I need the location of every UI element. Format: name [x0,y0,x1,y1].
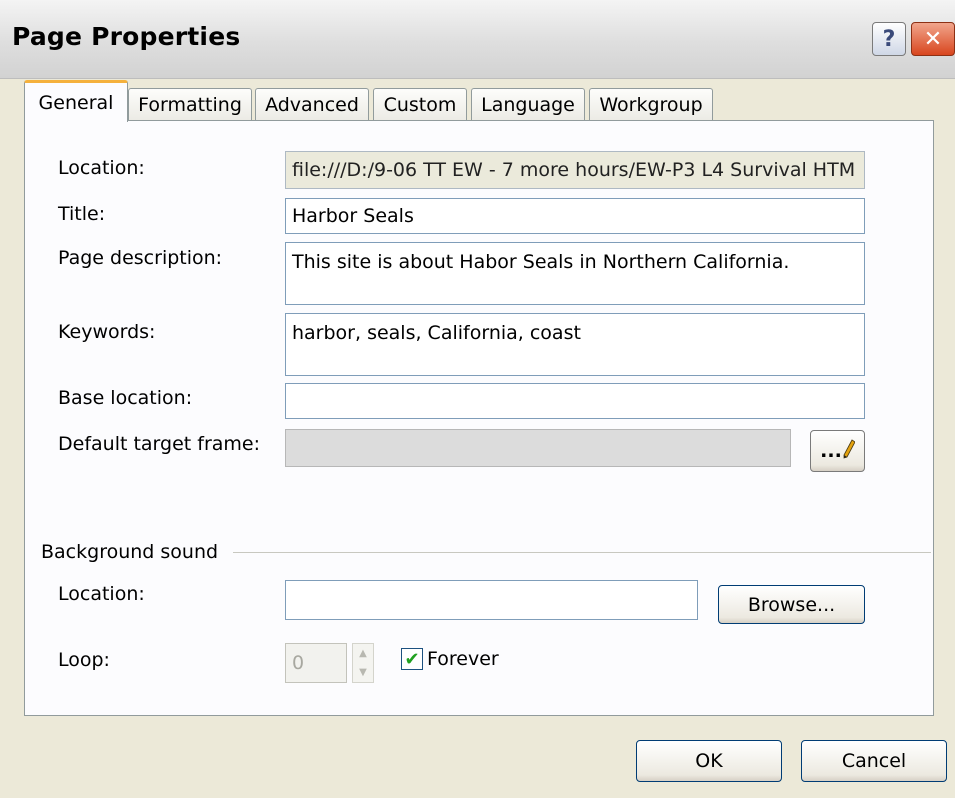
tab-custom[interactable]: Custom [373,88,467,120]
loop-spinner-field: 0 [285,643,347,683]
base-location-label: Base location: [58,387,193,409]
browse-button-label: Browse... [747,593,836,616]
forever-checkbox[interactable]: ✔ [401,648,423,670]
ok-button[interactable]: OK [636,740,782,782]
close-icon: ✕ [923,26,943,52]
general-tab-panel: Location: file:///D:/9-06 TT EW - 7 more… [24,120,934,716]
pencil-icon [843,438,856,464]
tab-advanced[interactable]: Advanced [255,88,369,120]
close-button[interactable]: ✕ [911,22,955,56]
help-button[interactable]: ? [872,22,906,56]
group-divider [233,552,931,553]
cancel-button-label: Cancel [841,750,907,772]
keywords-label: Keywords: [58,321,156,343]
location-field[interactable]: file:///D:/9-06 TT EW - 7 more hours/EW-… [285,151,865,189]
sound-location-label: Location: [58,583,145,605]
base-location-field[interactable] [285,383,865,419]
help-icon: ? [882,26,896,52]
spin-down-icon: ▼ [359,667,367,678]
cancel-button[interactable]: Cancel [801,740,947,782]
page-properties-dialog: Page Properties ? ✕ General Formatting A… [0,0,955,798]
title-label: Title: [58,203,106,225]
browse-button[interactable]: Browse... [718,585,865,624]
title-field[interactable]: Harbor Seals [285,198,865,234]
keywords-field[interactable]: harbor, seals, California, coast [285,313,865,376]
tab-language[interactable]: Language [471,88,585,120]
loop-label: Loop: [58,649,110,671]
location-label: Location: [58,157,145,179]
loop-spinner-arrows: ▲ ▼ [352,643,374,683]
tab-label: Custom [383,93,457,116]
dialog-title: Page Properties [12,22,241,51]
default-target-frame-label: Default target frame: [58,433,261,455]
target-frame-button[interactable]: ... [810,430,865,472]
background-sound-heading: Background sound [41,541,219,563]
checkmark-icon: ✔ [404,648,420,670]
tab-general[interactable]: General [24,80,128,122]
default-target-frame-field [285,429,791,467]
tab-label: Advanced [265,93,359,116]
page-description-field[interactable]: This site is about Habor Seals in Northe… [285,242,865,305]
title-bar[interactable]: Page Properties ? ✕ [0,0,955,79]
ok-button-label: OK [695,750,723,772]
sound-location-field[interactable] [285,580,698,620]
tab-label: Formatting [138,93,242,116]
tab-label: Workgroup [599,93,703,116]
target-frame-button-label: ... [820,440,842,462]
tab-label: General [38,91,114,114]
forever-label: Forever [427,648,499,670]
tab-label: Language [481,93,575,116]
tab-formatting[interactable]: Formatting [128,88,252,120]
tab-workgroup[interactable]: Workgroup [589,88,713,120]
spin-up-icon: ▲ [359,648,367,659]
page-description-label: Page description: [58,247,223,269]
